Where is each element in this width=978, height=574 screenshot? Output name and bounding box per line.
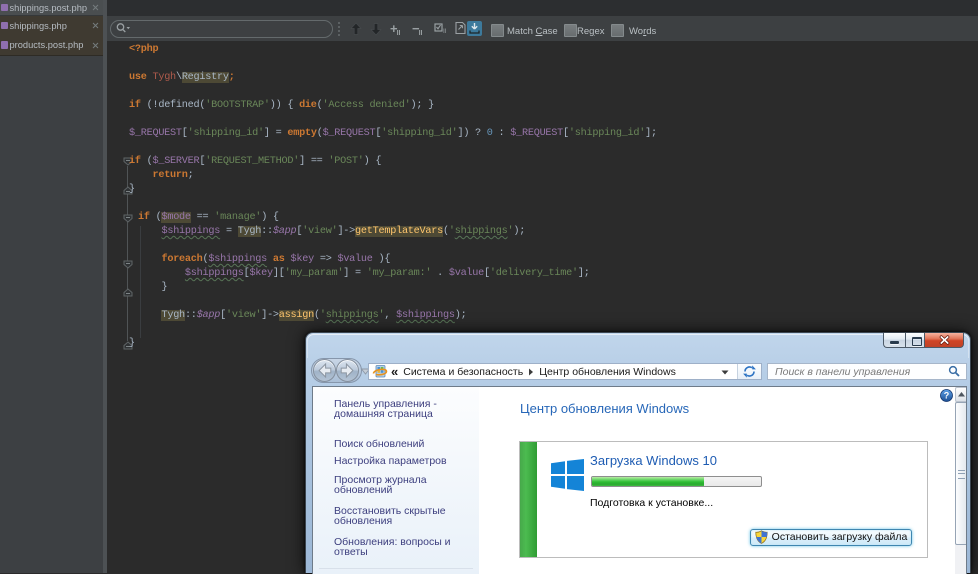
svg-text:II: II xyxy=(443,28,447,35)
svg-text:?: ? xyxy=(944,391,950,401)
